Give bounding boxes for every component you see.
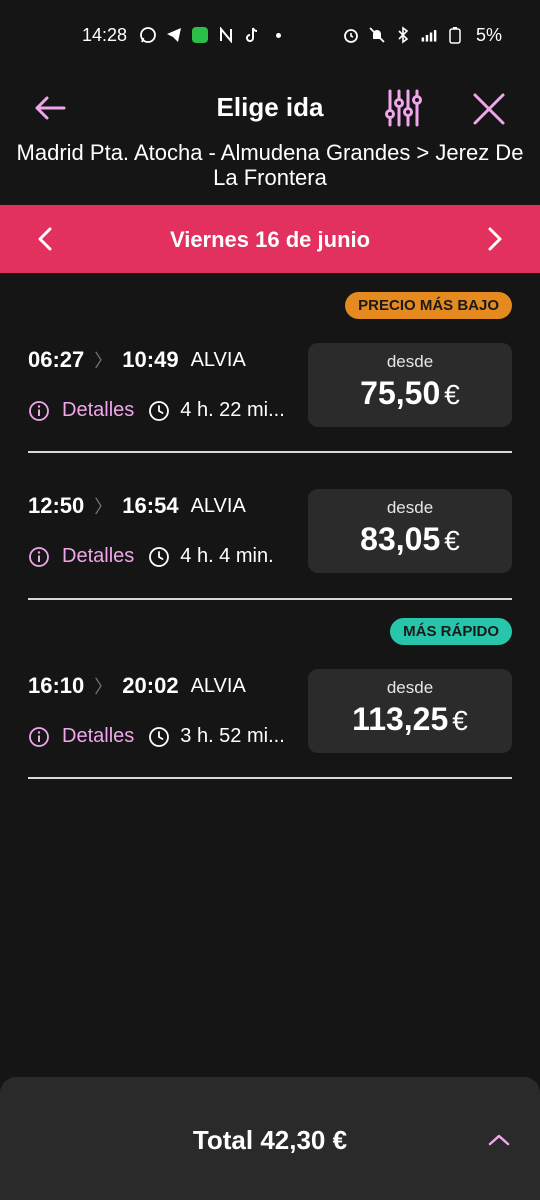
info-icon (29, 726, 49, 747)
arrival-time: 10:49 (122, 347, 179, 372)
next-day-button[interactable] (478, 223, 510, 255)
price-from-label: desde (386, 352, 434, 371)
sliders-icon (385, 89, 422, 127)
alarm-icon (342, 26, 360, 44)
date-selector: Viernes 16 de junio (0, 205, 540, 273)
battery-icon (446, 26, 464, 44)
trip-card[interactable]: 12:50 〉 16:54 ALVIA Detalles 4 h. 4 min.… (28, 489, 512, 599)
clock-icon (149, 546, 170, 567)
trip-meta: Detalles 3 h. 52 mi... (28, 725, 285, 748)
lowest-price-badge: PRECIO MÁS BAJO (345, 292, 512, 319)
trip-card[interactable]: 16:10 〉 20:02 ALVIA Detalles 3 h. 52 mi.… (28, 669, 512, 779)
page-title: Elige ida (216, 92, 324, 122)
details-link[interactable]: Detalles (62, 545, 134, 568)
trip-duration: 4 h. 4 min. (180, 545, 274, 567)
clock-icon (149, 400, 170, 421)
header: Elige ida (0, 78, 540, 140)
fastest-badge: MÁS RÁPIDO (390, 618, 512, 645)
chevron-right-icon (488, 227, 502, 251)
filter-button[interactable] (382, 88, 422, 128)
dot-icon (269, 26, 287, 44)
chevron-right-icon: 〉 (94, 677, 113, 697)
signal-5g-icon (420, 26, 438, 44)
messages-icon (191, 26, 209, 44)
departure-time: 12:50 (28, 493, 85, 518)
trip-times: 06:27 〉 10:49 ALVIA (28, 347, 246, 373)
whatsapp-icon (139, 26, 157, 44)
info-icon (29, 400, 49, 421)
trip-duration: 4 h. 22 mi... (180, 399, 285, 421)
price-from-label: desde (386, 498, 434, 517)
arrival-time: 20:02 (122, 673, 179, 698)
status-right: 5% (342, 25, 502, 46)
trip-duration: 3 h. 52 mi... (180, 725, 285, 747)
trip-meta: Detalles 4 h. 22 mi... (28, 399, 285, 422)
details-link[interactable]: Detalles (62, 725, 134, 748)
chevron-right-icon: 〉 (94, 497, 113, 517)
expand-button[interactable] (484, 1125, 514, 1155)
departure-time: 06:27 (28, 347, 85, 372)
status-left: 14:28 (82, 25, 287, 46)
trip-times: 16:10 〉 20:02 ALVIA (28, 673, 246, 699)
telegram-icon (165, 26, 183, 44)
arrival-time: 16:54 (122, 493, 179, 518)
total-footer[interactable]: Total 42,30 € (0, 1077, 540, 1200)
train-type: ALVIA (190, 348, 246, 371)
price-button[interactable]: desde 83,05 € (308, 489, 512, 573)
clock-icon (149, 726, 170, 747)
tiktok-icon (243, 26, 261, 44)
price-button[interactable]: desde 113,25 € (308, 669, 512, 753)
trip-meta: Detalles 4 h. 4 min. (28, 545, 274, 568)
trip-card[interactable]: 06:27 〉 10:49 ALVIA Detalles 4 h. 22 mi.… (28, 343, 512, 453)
total-price: Total 42,30 € (192, 1125, 348, 1155)
departure-time: 16:10 (28, 673, 85, 698)
details-link[interactable]: Detalles (62, 399, 134, 422)
status-time: 14:28 (82, 24, 128, 45)
divider (28, 777, 512, 779)
price-value: 83,05 € (360, 521, 460, 557)
chevron-up-icon (488, 1134, 510, 1146)
close-icon (473, 93, 505, 125)
divider (28, 598, 512, 600)
trip-times: 12:50 〉 16:54 ALVIA (28, 493, 246, 519)
bluetooth-icon (394, 26, 412, 44)
battery-percent: 5% (475, 24, 502, 45)
route-description: Madrid Pta. Atocha - Almudena Grandes > … (16, 140, 524, 190)
price-value: 113,25 € (352, 701, 468, 737)
chevron-right-icon: 〉 (94, 351, 113, 371)
price-value: 75,50 € (360, 375, 460, 411)
n-app-icon (217, 26, 235, 44)
train-type: ALVIA (190, 494, 246, 517)
price-button[interactable]: desde 75,50 € (308, 343, 512, 427)
divider (28, 451, 512, 453)
selected-date: Viernes 16 de junio (169, 227, 371, 252)
train-type: ALVIA (190, 674, 246, 697)
close-button[interactable] (470, 90, 508, 128)
info-icon (29, 546, 49, 567)
price-from-label: desde (386, 678, 434, 697)
status-bar: 14:28 5% (0, 0, 540, 70)
mute-icon (368, 26, 386, 44)
